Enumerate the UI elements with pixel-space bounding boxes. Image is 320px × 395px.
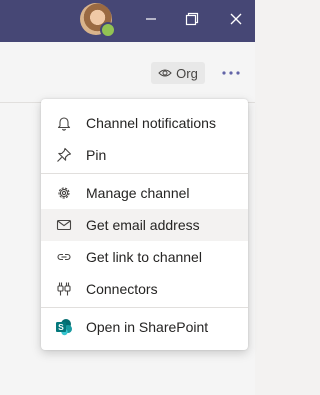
menu-item-label: Manage channel bbox=[86, 185, 190, 201]
menu-divider bbox=[41, 173, 248, 174]
menu-item-label: Get link to channel bbox=[86, 249, 202, 265]
sharepoint-icon: S bbox=[55, 318, 73, 336]
channel-header bbox=[0, 42, 255, 103]
title-bar bbox=[0, 0, 255, 42]
close-button[interactable] bbox=[222, 6, 250, 32]
menu-item-get-link-to-channel[interactable]: Get link to channel bbox=[41, 241, 248, 273]
menu-item-open-in-sharepoint[interactable]: S Open in SharePoint bbox=[41, 311, 248, 343]
org-label: Org bbox=[176, 65, 198, 81]
pin-icon bbox=[55, 146, 73, 164]
mail-icon bbox=[55, 216, 73, 234]
bell-icon bbox=[55, 114, 73, 132]
gear-icon bbox=[55, 184, 73, 202]
menu-item-connectors[interactable]: Connectors bbox=[41, 273, 248, 305]
more-options-button[interactable] bbox=[218, 64, 244, 82]
menu-item-pin[interactable]: Pin bbox=[41, 139, 248, 171]
menu-item-channel-notifications[interactable]: Channel notifications bbox=[41, 107, 248, 139]
menu-item-label: Channel notifications bbox=[86, 115, 216, 131]
menu-item-manage-channel[interactable]: Manage channel bbox=[41, 177, 248, 209]
close-icon bbox=[230, 13, 242, 25]
minimize-button[interactable] bbox=[137, 6, 165, 32]
menu-item-label: Open in SharePoint bbox=[86, 319, 209, 335]
menu-item-get-email-address[interactable]: Get email address bbox=[41, 209, 248, 241]
eye-icon bbox=[158, 69, 172, 77]
more-options-icon bbox=[222, 71, 240, 75]
menu-item-label: Connectors bbox=[86, 281, 158, 297]
menu-item-label: Pin bbox=[86, 147, 107, 163]
menu-divider bbox=[41, 307, 248, 308]
svg-text:S: S bbox=[58, 322, 64, 332]
presence-status-icon bbox=[100, 22, 116, 38]
connectors-icon bbox=[55, 280, 73, 298]
link-icon bbox=[55, 248, 73, 266]
minimize-icon bbox=[146, 18, 156, 20]
channel-options-menu: Channel notifications Pin Manage channel bbox=[41, 99, 248, 350]
menu-item-label: Get email address bbox=[86, 217, 200, 233]
org-button[interactable]: Org bbox=[151, 62, 205, 84]
restore-button[interactable] bbox=[178, 6, 206, 32]
restore-icon bbox=[185, 12, 199, 26]
